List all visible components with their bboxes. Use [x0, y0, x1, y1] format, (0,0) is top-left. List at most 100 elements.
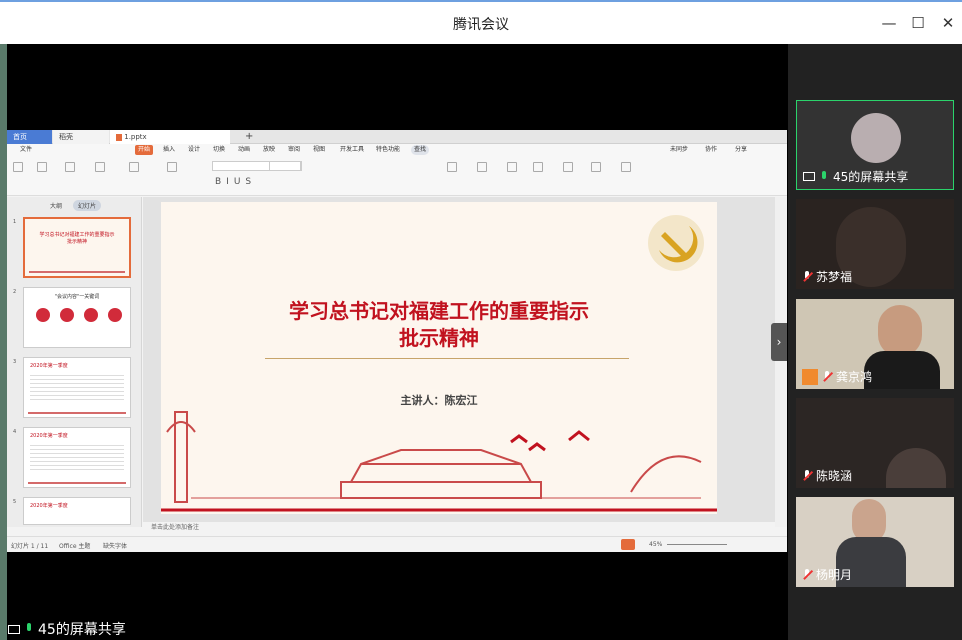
font-size-select[interactable] — [269, 161, 301, 171]
slide-title-line1: 学习总书记对福建工作的重要指示 — [289, 299, 589, 323]
layout-icon[interactable] — [167, 162, 177, 172]
thumb-number: 3 — [13, 359, 17, 365]
video-feed-body — [864, 351, 940, 389]
missing-fonts[interactable]: 缺失字体 — [103, 541, 127, 550]
menu-design[interactable]: 设计 — [185, 145, 203, 155]
new-tab-button[interactable]: + — [239, 130, 259, 144]
slide-count: 幻灯片 1 / 11 — [11, 543, 49, 550]
desktop-edge — [0, 44, 7, 640]
paste-icon[interactable] — [13, 162, 23, 172]
zoom-slider[interactable] — [667, 544, 727, 545]
participant-label: 龚京鸿 — [802, 368, 872, 385]
new-slide-icon[interactable] — [129, 162, 139, 172]
current-slide[interactable]: 学习总书记对福建工作的重要指示 批示精神 主讲人：陈宏江 — [161, 202, 717, 514]
thumb-skyline — [28, 476, 126, 484]
next-page-button[interactable]: › — [771, 323, 787, 361]
participant-name: 杨明月 — [816, 568, 853, 582]
thumb-title: 2020年第一季度 — [30, 433, 68, 439]
menu-search[interactable]: 查找 — [411, 145, 430, 155]
thumb-text-lines — [30, 442, 124, 472]
current-slide-icon[interactable] — [95, 162, 105, 172]
participant-tile-4[interactable]: 陈晓涵 — [796, 398, 954, 488]
thumb-circle — [60, 308, 74, 322]
thumb-circle — [108, 308, 122, 322]
party-emblem-icon — [648, 215, 704, 271]
thumb-number: 1 — [13, 219, 17, 225]
mic-muted-icon — [822, 370, 833, 383]
presentation-tools-icon[interactable] — [563, 162, 573, 172]
user-avatar-icon — [802, 368, 818, 385]
thumb-skyline — [29, 259, 125, 273]
video-feed — [878, 305, 922, 357]
vertical-scrollbar[interactable] — [775, 197, 787, 527]
pptx-icon — [116, 133, 122, 141]
participant-tile-5[interactable]: 杨明月 — [796, 497, 954, 587]
zoom-level: 45% — [649, 541, 663, 548]
wps-ribbon: BIUS — [7, 156, 787, 196]
menu-animation[interactable]: 动画 — [235, 145, 253, 155]
menu-start[interactable]: 开始 — [135, 145, 154, 155]
wps-statusbar: 幻灯片 1 / 11 Office 主题 缺失字体 45% — [7, 536, 787, 552]
thumbnail-slide-4[interactable]: 2020年第一季度 — [23, 427, 131, 488]
shape-icon[interactable] — [477, 162, 487, 172]
thumbnail-slide-5[interactable]: 2020年第一季度 — [23, 497, 131, 525]
text-format-buttons[interactable]: BIUS — [215, 177, 256, 187]
menu-transition[interactable]: 切换 — [210, 145, 228, 155]
menu-insert[interactable]: 插入 — [160, 145, 178, 155]
participant-label: 陈晓涵 — [802, 467, 852, 484]
textbox-icon[interactable] — [447, 162, 457, 172]
wps-tabbar: 首页 稻壳 1.pptx + — [7, 130, 787, 144]
notes-placeholder: 单击此处添加备注 — [151, 524, 200, 531]
minimize-icon[interactable]: — — [880, 14, 898, 32]
participant-tile-3[interactable]: 龚京鸿 — [796, 299, 954, 389]
replace-icon[interactable] — [533, 162, 543, 172]
video-feed — [886, 448, 946, 488]
menu-review[interactable]: 审阅 — [285, 145, 303, 155]
participant-tile-1[interactable]: 45的屏幕共享 — [796, 100, 954, 190]
participant-label: 45的屏幕共享 — [803, 168, 908, 185]
menu-view[interactable]: 视图 — [310, 145, 328, 155]
mic-icon — [819, 170, 829, 183]
menu-unsynced[interactable]: 未同步 — [667, 145, 691, 155]
select-icon[interactable] — [621, 162, 631, 172]
cut-icon[interactable] — [37, 162, 47, 172]
avatar — [851, 113, 901, 163]
thumbnail-slide-2[interactable]: "会议内容"一关键词 — [23, 287, 131, 348]
participant-tile-2[interactable]: 苏梦福 — [796, 199, 954, 289]
menu-special[interactable]: 特色功能 — [373, 145, 403, 155]
tab-outline[interactable]: 大纲 — [45, 200, 67, 211]
play-slideshow-button[interactable] — [621, 539, 635, 550]
menu-file[interactable]: 文件 — [17, 145, 35, 155]
mic-muted-icon — [802, 568, 813, 581]
arrange-icon[interactable] — [507, 162, 517, 172]
mic-muted-icon — [802, 270, 813, 283]
tab-document[interactable]: 1.pptx — [110, 130, 230, 144]
maximize-icon[interactable]: ☐ — [909, 14, 927, 32]
participant-name: 45的屏幕共享 — [833, 170, 909, 184]
wps-presentation-window: 首页 稻壳 1.pptx + 文件 开始 插入 设计 切换 动画 放映 审阅 视… — [7, 130, 787, 552]
tab-slides[interactable]: 幻灯片 — [73, 200, 102, 211]
notes-bar[interactable]: 单击此处添加备注 — [143, 522, 775, 536]
mic-icon — [24, 623, 34, 635]
menu-collab[interactable]: 协作 — [702, 145, 720, 155]
thumb-text-lines — [30, 372, 124, 402]
title-divider — [265, 358, 629, 359]
thumbnail-tabs: 大纲 幻灯片 — [7, 197, 141, 211]
thumb-title: "会议内容"一关键词 — [54, 294, 100, 300]
menu-slideshow[interactable]: 放映 — [260, 145, 278, 155]
slide-title-line2: 批示精神 — [399, 326, 479, 350]
screen-share-icon — [8, 624, 20, 634]
format-painter-icon[interactable] — [65, 162, 75, 172]
thumbnail-slide-3[interactable]: 2020年第一季度 — [23, 357, 131, 418]
menu-share[interactable]: 分享 — [732, 145, 750, 155]
window-title: 腾讯会议 — [453, 17, 509, 33]
close-icon[interactable]: ✕ — [939, 14, 957, 32]
tab-docer[interactable]: 稻壳 — [53, 130, 109, 144]
find-icon[interactable] — [591, 162, 601, 172]
menu-developer[interactable]: 开发工具 — [337, 145, 367, 155]
theme-name: Office 主题 — [59, 543, 91, 550]
thumb-title: 学习总书记对福建工作的重要指示批示精神 — [39, 232, 115, 245]
window-titlebar: 腾讯会议 — ☐ ✕ — [0, 0, 962, 44]
tab-home[interactable]: 首页 — [7, 130, 52, 144]
thumbnail-slide-1[interactable]: 学习总书记对福建工作的重要指示批示精神 — [23, 217, 131, 278]
